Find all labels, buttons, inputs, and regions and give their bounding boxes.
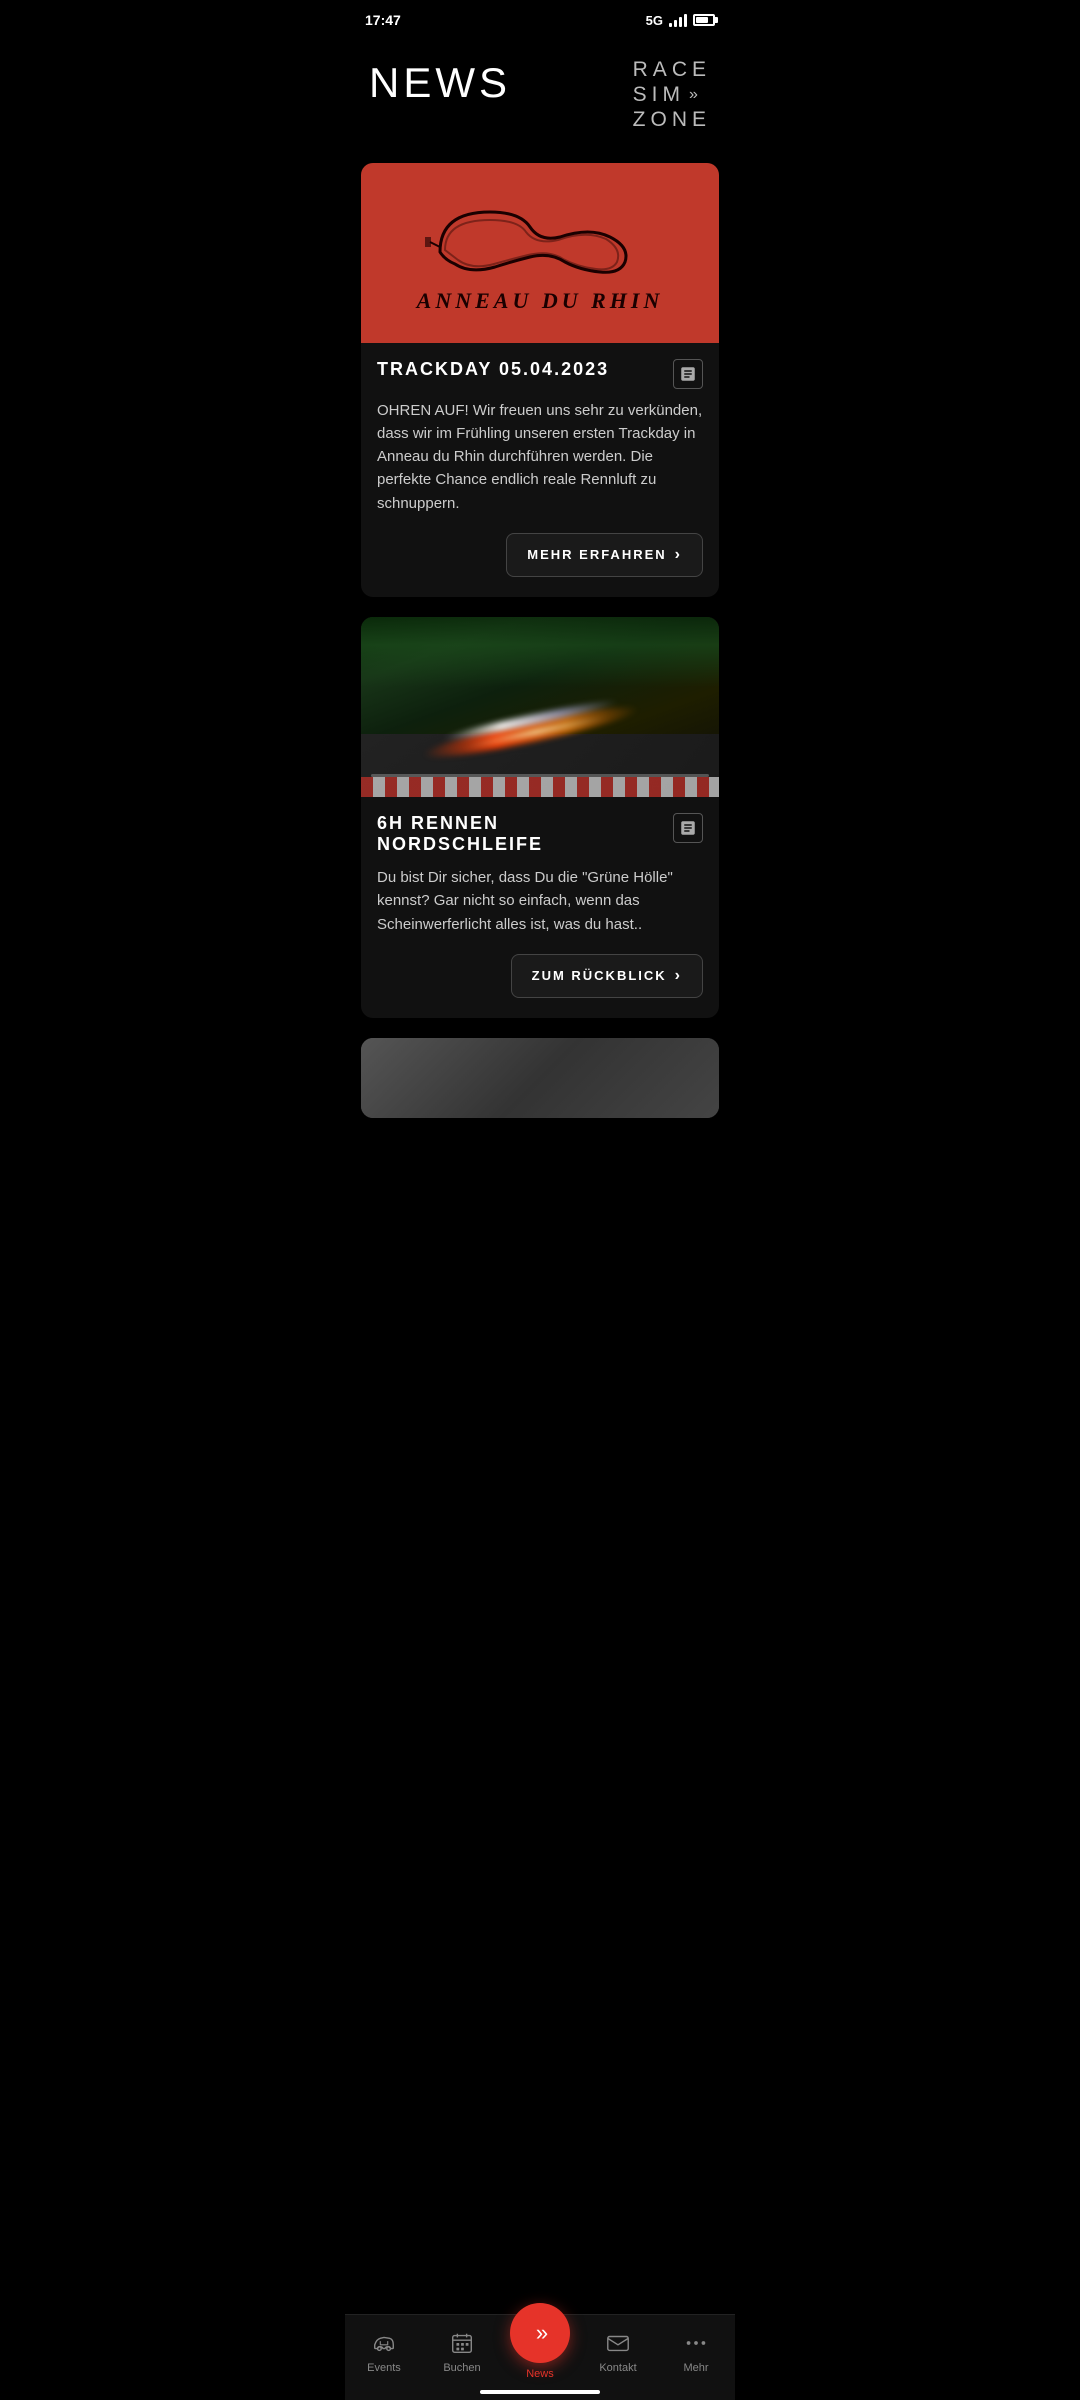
zum-rueckblick-button[interactable]: ZUM RÜCKBLICK › [511, 954, 703, 998]
track-svg [410, 192, 670, 282]
card-image-gray: » [361, 1038, 719, 1118]
news-feed: ANNEAU DU RHIN TRACKDAY 05.04.2023 OHREN… [345, 163, 735, 1218]
home-indicator [480, 2390, 600, 2394]
page-header: NEWS RACE SIM » ZONE [345, 32, 735, 163]
signal-icon [669, 13, 687, 27]
nav-label-buchen: Buchen [443, 2362, 480, 2374]
time-display: 17:47 [365, 12, 401, 28]
card-title-1: TRACKDAY 05.04.2023 [377, 359, 665, 381]
nav-item-buchen[interactable]: Buchen [432, 2329, 492, 2374]
app-logo: RACE SIM » ZONE [633, 57, 711, 133]
logo-line3: ZONE [633, 107, 711, 132]
card-title-2: 6H RENNEN NORDSCHLEIFE [377, 813, 665, 856]
card-image-dark [361, 617, 719, 797]
status-indicators: 5G [646, 13, 715, 28]
nav-label-events: Events [367, 2362, 401, 2374]
news-card-2: 6H RENNEN NORDSCHLEIFE Du bist Dir siche… [361, 617, 719, 1018]
mehr-erfahren-button[interactable]: MEHR ERFAHREN › [506, 533, 703, 577]
button-chevron: › [675, 546, 682, 564]
card-body-1: TRACKDAY 05.04.2023 OHREN AUF! Wir freue… [361, 343, 719, 597]
nav-label-mehr: Mehr [683, 2362, 708, 2374]
network-label: 5G [646, 13, 663, 28]
card-description-1: OHREN AUF! Wir freuen uns sehr zu verkün… [377, 399, 703, 515]
nav-item-kontakt[interactable]: Kontakt [588, 2329, 648, 2374]
nav-item-mehr[interactable]: Mehr [666, 2329, 726, 2374]
news-center-button[interactable]: » [510, 2303, 570, 2363]
logo-arrows: » [689, 85, 696, 104]
mail-icon [604, 2329, 632, 2357]
logo-line1: RACE [633, 57, 711, 82]
battery-icon [693, 14, 715, 26]
nav-label-news: News [526, 2368, 554, 2380]
logo-line2: SIM [633, 82, 685, 107]
card-image-red: ANNEAU DU RHIN [361, 163, 719, 343]
page-title: NEWS [369, 62, 511, 104]
track-label: ANNEAU DU RHIN [417, 288, 664, 314]
news-doc-icon-2 [673, 813, 703, 843]
nav-item-events[interactable]: Events [354, 2329, 414, 2374]
bottom-nav: Events Buchen » News [345, 2314, 735, 2400]
calendar-icon [448, 2329, 476, 2357]
nav-item-news[interactable]: » News [510, 2323, 570, 2380]
news-doc-icon-1 [673, 359, 703, 389]
status-bar: 17:47 5G [345, 0, 735, 32]
news-card-3: » [361, 1038, 719, 1118]
card-description-2: Du bist Dir sicher, dass Du die "Grüne H… [377, 866, 703, 936]
news-card-1: ANNEAU DU RHIN TRACKDAY 05.04.2023 OHREN… [361, 163, 719, 597]
more-icon [682, 2329, 710, 2357]
button-chevron-2: › [675, 967, 682, 985]
card-body-2: 6H RENNEN NORDSCHLEIFE Du bist Dir siche… [361, 797, 719, 1018]
car-icon [370, 2329, 398, 2357]
nav-label-kontakt: Kontakt [599, 2362, 636, 2374]
